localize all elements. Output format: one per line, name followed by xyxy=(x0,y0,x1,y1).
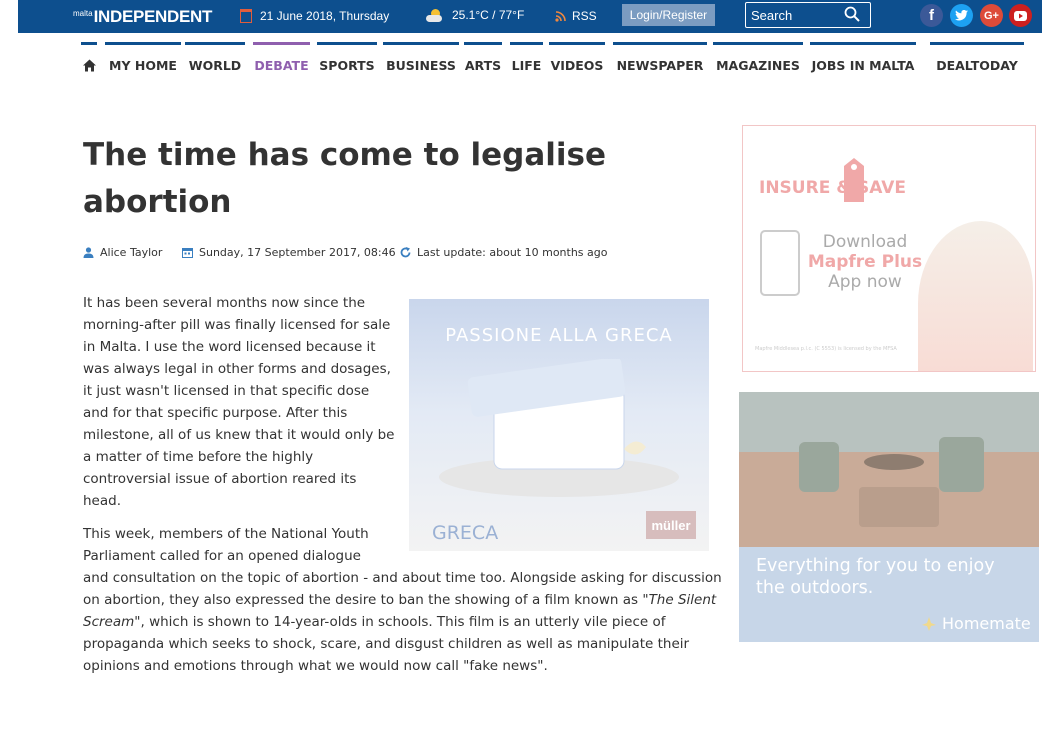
article-published-date: Sunday, 17 September 2017, 08:46 xyxy=(182,246,396,259)
search-icon[interactable] xyxy=(844,6,860,22)
article-paragraph-2-start: This week, members of the National Youth… xyxy=(83,526,369,564)
nav-item-magazines[interactable]: MAGAZINES xyxy=(713,42,803,80)
nav-item-world[interactable]: WORLD xyxy=(185,42,245,80)
ad-line-1: Download xyxy=(822,232,908,252)
last-update-text: Last update: about 10 months ago xyxy=(417,246,608,259)
nav-item-debate[interactable]: DEBATE xyxy=(253,42,310,80)
ad-line-3: App now xyxy=(828,272,902,292)
ad-brand: GRECA xyxy=(432,522,499,544)
calendar-icon xyxy=(182,248,193,258)
nav-item-sports[interactable]: SPORTS xyxy=(317,42,377,80)
nav-item-business[interactable]: BUSINESS xyxy=(383,42,459,80)
outdoor-furniture-ad[interactable]: Everything for you to enjoy the outdoors… xyxy=(739,392,1039,642)
outdoor-ad-brand: Homemate xyxy=(921,614,1031,633)
insurance-ad-fine-print: Mapfre Middlesea p.l.c. (C 5553) is lice… xyxy=(755,346,897,352)
ad-line-2: Mapfre Plus xyxy=(807,252,923,272)
nav-item-videos[interactable]: VIDEOS xyxy=(549,42,605,80)
weather-icon xyxy=(426,8,443,22)
nav-item-life[interactable]: LIFE xyxy=(510,42,543,80)
rss-label: RSS xyxy=(572,9,597,23)
paragraph-text: and consultation on the topic of abortio… xyxy=(83,570,722,608)
brand-name: Homemate xyxy=(942,614,1031,633)
nav-item-newspaper[interactable]: NEWSPAPER xyxy=(613,42,707,80)
search-box xyxy=(745,2,871,28)
patio-scene-illustration xyxy=(739,392,1039,547)
logo-name: INDEPENDENT xyxy=(93,7,213,26)
weather-text: 25.1°C / 77°F xyxy=(452,8,525,22)
nav-item-jobs-in-malta[interactable]: JOBS IN MALTA xyxy=(810,42,916,80)
article-paragraph-1: It has been several months now since the… xyxy=(83,295,395,509)
google-plus-icon[interactable]: G+ xyxy=(980,4,1003,27)
inline-ad-image[interactable]: PASSIONE ALLA GRECA GRECA müller xyxy=(409,299,709,551)
article-author[interactable]: Alice Taylor xyxy=(83,246,162,259)
article-last-update: Last update: about 10 months ago xyxy=(400,246,607,259)
insurance-ad[interactable]: INSURE & SAVE Download Mapfre Plus App n… xyxy=(742,125,1036,372)
insurance-ad-text: Download Mapfre Plus App now xyxy=(806,232,924,292)
nav-home-icon[interactable] xyxy=(81,42,97,80)
nav-item-my-home[interactable]: MY HOME xyxy=(105,42,181,80)
model-portrait xyxy=(918,221,1033,371)
login-register-button[interactable]: Login/Register xyxy=(622,4,715,26)
logo-prefix: malta xyxy=(73,9,93,18)
search-input[interactable] xyxy=(746,6,845,24)
twitter-icon[interactable] xyxy=(950,4,973,27)
author-name: Alice Taylor xyxy=(100,246,163,259)
nav-item-arts[interactable]: ARTS xyxy=(464,42,502,80)
home-icon xyxy=(82,59,96,72)
yogurt-product-illustration xyxy=(439,359,679,497)
insurance-ad-headline: INSURE & SAVE xyxy=(759,178,906,198)
main-nav: MY HOME WORLD DEBATE SPORTS BUSINESS ART… xyxy=(0,42,1060,82)
youtube-icon[interactable] xyxy=(1009,4,1032,27)
article-paragraph-2-rest: and consultation on the topic of abortio… xyxy=(83,567,723,677)
rss-link[interactable]: RSS xyxy=(555,9,597,23)
site-logo[interactable]: malta INDEPENDENT xyxy=(73,5,212,27)
ad-logo: müller xyxy=(646,511,696,539)
current-date: 21 June 2018, Thursday xyxy=(240,9,389,23)
outdoor-ad-text: Everything for you to enjoy the outdoors… xyxy=(756,556,995,598)
weather: 25.1°C / 77°F xyxy=(426,8,524,22)
paragraph-text: ", which is shown to 14-year-olds in sch… xyxy=(83,614,690,674)
top-bar: malta INDEPENDENT 21 June 2018, Thursday… xyxy=(18,0,1042,33)
refresh-icon xyxy=(400,247,411,258)
phone-icon xyxy=(760,230,800,296)
published-text: Sunday, 17 September 2017, 08:46 xyxy=(199,246,396,259)
nav-item-dealtoday[interactable]: DEALTODAY xyxy=(930,42,1024,80)
ad-caption: PASSIONE ALLA GRECA xyxy=(445,325,673,346)
rss-icon xyxy=(555,10,566,22)
article-title: The time has come to legalise abortion xyxy=(83,137,607,220)
facebook-icon[interactable]: f xyxy=(920,4,943,27)
date-text: 21 June 2018, Thursday xyxy=(260,9,390,23)
calendar-icon xyxy=(240,9,252,23)
user-icon xyxy=(83,247,94,258)
brand-leaf-icon xyxy=(922,616,936,631)
